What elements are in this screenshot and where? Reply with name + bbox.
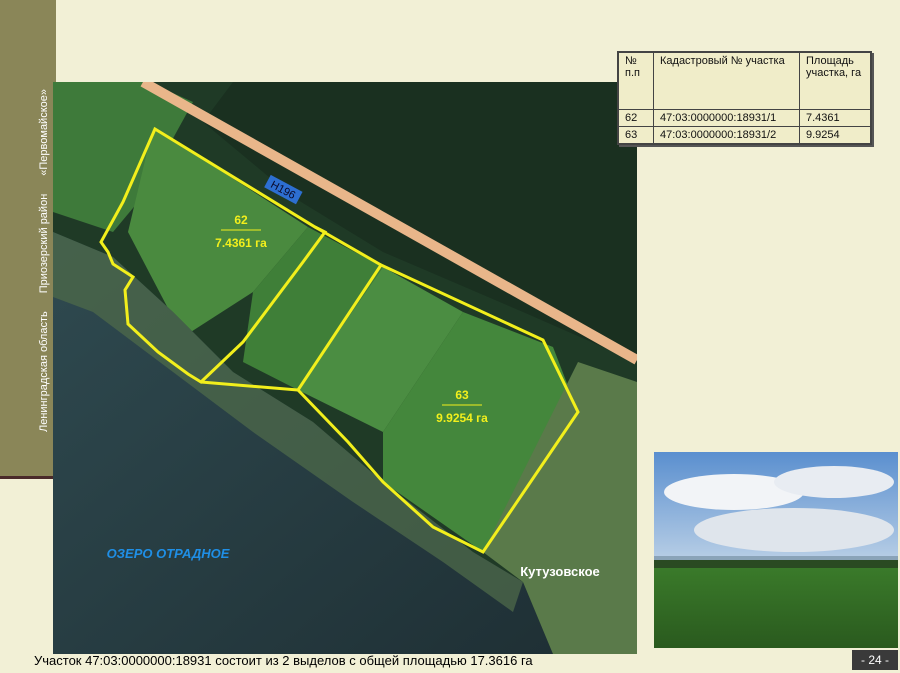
row-2-number: 63 xyxy=(618,126,654,144)
parcel-62-number: 62 xyxy=(234,213,248,227)
row-2-area: 9.9254 xyxy=(799,126,871,144)
table-header-row: № п.п Кадастровый № участка Площадь учас… xyxy=(618,52,871,110)
parcel-63-number: 63 xyxy=(455,388,469,402)
row-1-number: 62 xyxy=(618,109,654,127)
sidebar-region: Ленинградская область xyxy=(38,311,50,432)
sidebar-district: Приозерский район xyxy=(38,193,50,294)
sidebar-divider xyxy=(0,476,56,479)
row-1-area: 7.4361 xyxy=(799,109,871,127)
meadow xyxy=(654,568,898,648)
header-cadastral-id: Кадастровый № участка xyxy=(653,52,800,110)
header-area: Площадь участка, га xyxy=(799,52,871,110)
cadastral-table: № п.п Кадастровый № участка Площадь учас… xyxy=(617,51,872,145)
sidebar-location: Ленинградская область Приозерский район … xyxy=(38,32,50,432)
header-number: № п.п xyxy=(618,52,654,110)
treeline xyxy=(654,560,898,568)
parcel-63-area: 9.9254 га xyxy=(436,411,488,425)
parcel-62-area: 7.4361 га xyxy=(215,236,267,250)
village-label: Кутузовское xyxy=(520,564,600,579)
lake-label: ОЗЕРО ОТРАДНОЕ xyxy=(107,546,230,561)
row-2-cadastral-id: 47:03:0000000:18931/2 xyxy=(653,126,800,144)
caption: Участок 47:03:0000000:18931 состоит из 2… xyxy=(34,653,533,668)
cloud xyxy=(694,508,894,552)
table-row: 62 47:03:0000000:18931/1 7.4361 xyxy=(618,109,871,127)
satellite-map: Н196 62 7.4361 га 63 9.9254 га ОЗЕРО ОТР… xyxy=(53,82,637,654)
table-row: 63 47:03:0000000:18931/2 9.9254 xyxy=(618,126,871,144)
sidebar-settlement: «Первомайское» xyxy=(38,89,50,176)
page-number: - 24 - xyxy=(852,650,898,670)
row-1-cadastral-id: 47:03:0000000:18931/1 xyxy=(653,109,800,127)
landscape-photo xyxy=(654,452,898,648)
cloud xyxy=(774,466,894,498)
